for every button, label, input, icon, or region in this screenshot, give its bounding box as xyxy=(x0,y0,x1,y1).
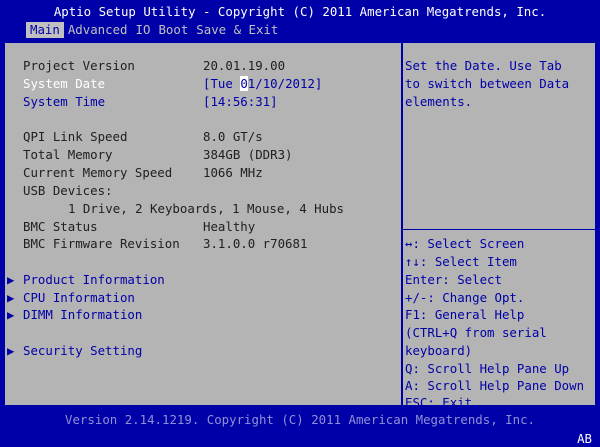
help-divider xyxy=(403,229,595,230)
tab-advanced[interactable]: Advanced xyxy=(64,22,132,38)
usb-devices-label: USB Devices: xyxy=(23,183,113,198)
submenu-product-information[interactable]: Product Information xyxy=(23,272,165,288)
bmc-status-value: Healthy xyxy=(203,219,256,234)
qpi-speed-value: 8.0 GT/s xyxy=(203,129,263,144)
help-line: to switch between Data xyxy=(405,76,570,91)
system-date-prefix: [Tue xyxy=(203,76,241,91)
usb-devices-value: 1 Drive, 2 Keyboards, 1 Mouse, 4 Hubs xyxy=(68,201,345,216)
system-time-label[interactable]: System Time xyxy=(23,94,105,110)
bmc-status-label: BMC Status xyxy=(23,219,98,234)
corner-indicator: AB xyxy=(577,431,592,446)
menu-bar: Main Advanced IO Boot Save & Exit xyxy=(26,22,282,38)
key-legend-item: ↔: Select Screen xyxy=(405,236,525,251)
panel-divider xyxy=(401,43,403,405)
bmc-firmware-label: BMC Firmware Revision xyxy=(23,236,180,251)
product-info-arrow-icon: ▶ xyxy=(7,272,15,287)
project-version-label: Project Version xyxy=(23,58,135,73)
total-memory-label: Total Memory xyxy=(23,147,113,162)
submenu-cpu-information[interactable]: CPU Information xyxy=(23,290,135,306)
total-memory-value: 384GB (DDR3) xyxy=(203,147,293,162)
cpu-info-arrow-icon: ▶ xyxy=(7,290,15,305)
memory-speed-value: 1066 MHz xyxy=(203,165,263,180)
project-version-value: 20.01.19.00 xyxy=(203,58,286,73)
bmc-firmware-value: 3.1.0.0 r70681 xyxy=(203,236,308,251)
system-time-value[interactable]: [14:56:31] xyxy=(203,94,278,110)
key-legend-item: keyboard) xyxy=(405,343,473,358)
key-legend-item: F1: General Help xyxy=(405,307,525,322)
footer-version: Version 2.14.1219. Copyright (C) 2011 Am… xyxy=(65,412,535,427)
key-legend-item: A: Scroll Help Pane Down xyxy=(405,378,585,393)
tab-main[interactable]: Main xyxy=(26,22,64,38)
help-line: Set the Date. Use Tab xyxy=(405,58,562,73)
system-date-label[interactable]: System Date xyxy=(23,76,105,92)
main-panel: Project Version 20.01.19.00 System Date … xyxy=(4,42,596,410)
dimm-info-arrow-icon: ▶ xyxy=(7,307,15,322)
help-line: elements. xyxy=(405,94,473,109)
key-legend-item: ↑↓: Select Item xyxy=(405,254,517,269)
system-date-cursor[interactable]: 0 xyxy=(240,76,248,91)
security-setting-arrow-icon: ▶ xyxy=(7,343,15,358)
title-bar: Aptio Setup Utility - Copyright (C) 2011… xyxy=(53,4,547,19)
submenu-security-setting[interactable]: Security Setting xyxy=(23,343,142,359)
submenu-dimm-information[interactable]: DIMM Information xyxy=(23,307,142,323)
qpi-speed-label: QPI Link Speed xyxy=(23,129,128,144)
key-legend-item: (CTRL+Q from serial xyxy=(405,325,547,340)
key-legend-item: Q: Scroll Help Pane Up xyxy=(405,361,570,376)
memory-speed-label: Current Memory Speed xyxy=(23,165,173,180)
key-legend-item: +/-: Change Opt. xyxy=(405,290,525,305)
key-legend-item: ESC: Exit xyxy=(405,395,473,410)
tab-io[interactable]: IO xyxy=(132,22,155,38)
system-date-suffix: 1/10/2012] xyxy=(247,76,323,91)
system-date-field[interactable]: [Tue 01/10/2012] xyxy=(203,76,322,92)
tab-save-exit[interactable]: Save & Exit xyxy=(192,22,282,38)
tab-boot[interactable]: Boot xyxy=(154,22,192,38)
key-legend-item: Enter: Select xyxy=(405,272,502,287)
